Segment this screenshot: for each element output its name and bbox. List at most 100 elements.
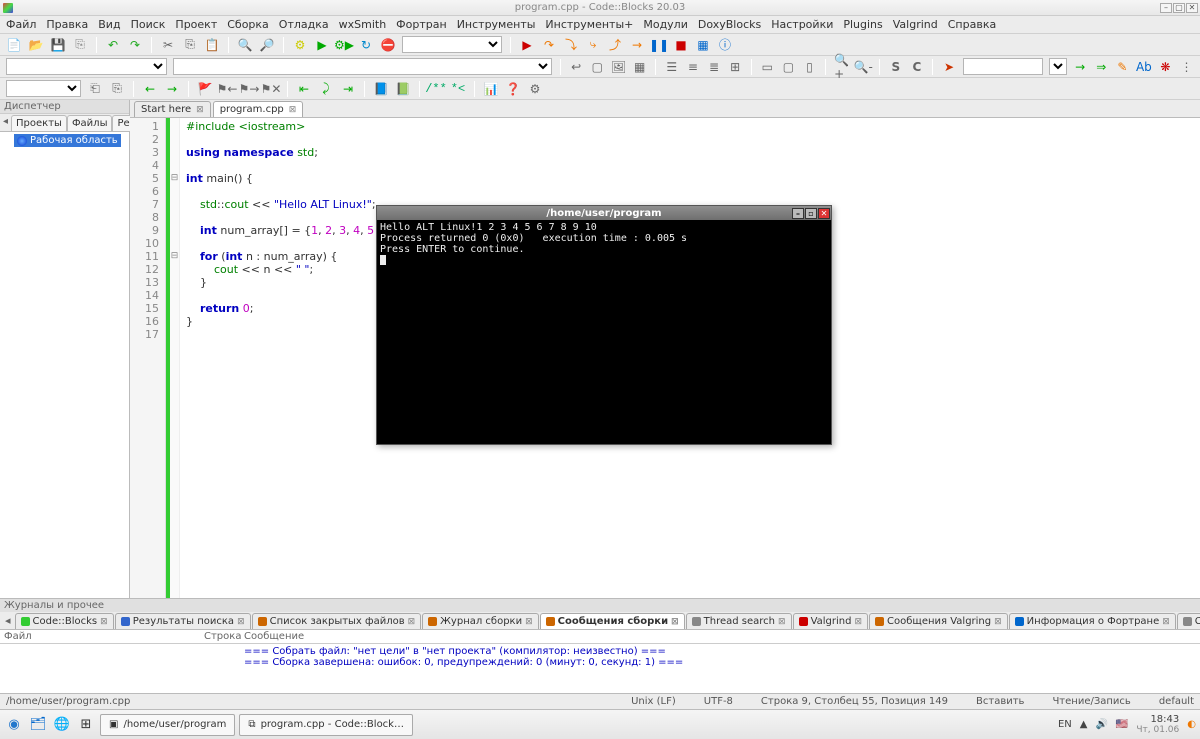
menu-файл[interactable]: Файл [6,18,36,31]
build-target-select[interactable] [402,36,502,53]
run-icon[interactable]: ▶ [314,37,330,53]
bm-prev-icon[interactable]: ⚑← [219,81,235,97]
redo-icon[interactable]: ↷ [127,37,143,53]
menu-правка[interactable]: Правка [46,18,88,31]
doc2-icon[interactable]: 📗 [395,81,411,97]
undo-icon[interactable]: ↶ [105,37,121,53]
search-arrow-icon[interactable]: ➤ [941,59,956,75]
bm-next-icon[interactable]: ⚑→ [241,81,257,97]
apps-icon[interactable]: ⊞ [76,715,96,735]
debug-pause-icon[interactable]: ❚❚ [651,37,667,53]
menu-wxsmith[interactable]: wxSmith [339,18,387,31]
nav1-icon[interactable]: ← [142,81,158,97]
tray-up-icon[interactable]: ▲ [1080,719,1088,730]
zoom-out-icon[interactable]: 🔍- [855,59,871,75]
search-input[interactable] [963,58,1043,75]
menu-valgrind[interactable]: Valgrind [893,18,938,31]
terminal-maximize-button[interactable]: ▫ [805,208,817,219]
paste-icon[interactable]: 📋 [204,37,220,53]
settings-icon[interactable]: ⚙ [527,81,543,97]
nav5-icon[interactable]: ⇥ [340,81,356,97]
bookmark-icon[interactable]: 🚩 [197,81,213,97]
terminal-minimize-button[interactable]: – [792,208,804,219]
zoom-in-icon[interactable]: 🔍+ [834,59,849,75]
comment2-icon[interactable]: *< [450,81,466,97]
debug-run-icon[interactable]: ▶ [519,37,535,53]
log-tab-2[interactable]: Список закрытых файлов⊠ [252,613,422,629]
ab-icon[interactable]: Ab [1136,59,1152,75]
debug-window-icon[interactable]: ▦ [695,37,711,53]
rect3-icon[interactable]: ▯ [802,59,817,75]
log-tab-4[interactable]: Сообщения сборки⊠ [540,613,685,629]
ref2-icon[interactable]: ⎘ [109,81,125,97]
doc1-icon[interactable]: 📘 [373,81,389,97]
terminal-titlebar[interactable]: /home/user/program – ▫ ✕ [377,206,831,220]
browser-icon[interactable]: 🌐 [52,715,72,735]
tab-start-close-icon[interactable]: ⊠ [196,105,204,115]
window-maximize-button[interactable]: ▢ [1173,3,1185,13]
build-icon[interactable]: ⚙ [292,37,308,53]
step-into-icon[interactable]: ⤷ [585,37,601,53]
task-codeblocks[interactable]: ⧉ program.cpp - Code::Block… [239,714,413,736]
tray-volume-icon[interactable]: 🔊 [1095,719,1107,730]
search-next-icon[interactable]: → [1073,59,1088,75]
menu-фортран[interactable]: Фортран [396,18,447,31]
log-tab-6[interactable]: Valgrind⊠ [793,613,868,629]
tray-power-icon[interactable]: ◐ [1187,719,1196,730]
menu-модули[interactable]: Модули [643,18,688,31]
log-tab-1[interactable]: Результаты поиска⊠ [115,613,251,629]
log-tab-0[interactable]: Code::Blocks⊠ [15,613,114,629]
debug-continue-icon[interactable]: ↷ [541,37,557,53]
new-file-icon[interactable]: 📄 [6,37,22,53]
task-terminal[interactable]: ▣ /home/user/program [100,714,235,736]
cut-icon[interactable]: ✂ [160,37,176,53]
bm-clear-icon[interactable]: ⚑✕ [263,81,279,97]
menu-инструменты[interactable]: Инструменты [457,18,536,31]
terminal-body[interactable]: Hello ALT Linux!1 2 3 4 5 6 7 8 9 10 Pro… [377,220,831,270]
start-menu-icon[interactable]: ◉ [4,715,24,735]
terminal-close-button[interactable]: ✕ [818,208,830,219]
highlight-icon[interactable]: ✎ [1115,59,1130,75]
menu-поиск[interactable]: Поиск [131,18,166,31]
save-icon[interactable]: 💾 [50,37,66,53]
step-over-icon[interactable]: ⤵ [563,37,579,53]
log-tab-8[interactable]: Информация о Фортране⊠ [1009,613,1176,629]
window-minimize-button[interactable]: – [1160,3,1172,13]
rect2-icon[interactable]: ▢ [781,59,796,75]
align4-icon[interactable]: ⊞ [728,59,743,75]
rebuild-icon[interactable]: ↻ [358,37,374,53]
block-icon[interactable]: ▢ [590,59,605,75]
copy-icon[interactable]: ⎘ [182,37,198,53]
nav3-icon[interactable]: ⇤ [296,81,312,97]
build-run-icon[interactable]: ⚙▶ [336,37,352,53]
menu-plugins[interactable]: Plugins [843,18,882,31]
log-tab-3[interactable]: Журнал сборки⊠ [422,613,539,629]
open-icon[interactable]: 📂 [28,37,44,53]
log-tab-5[interactable]: Thread search⊠ [686,613,792,629]
help-icon[interactable]: ❓ [505,81,521,97]
abort-icon[interactable]: ⛔ [380,37,396,53]
find-icon[interactable]: 🔍 [237,37,253,53]
comment-icon[interactable]: /** [428,81,444,97]
grid-icon[interactable]: ▦ [632,59,647,75]
debug-stop-icon[interactable]: ■ [673,37,689,53]
align1-icon[interactable]: ☰ [664,59,679,75]
terminal-window[interactable]: /home/user/program – ▫ ✕ Hello ALT Linux… [376,205,832,445]
menu-справка[interactable]: Справка [948,18,996,31]
search-prev-icon[interactable]: ⇒ [1094,59,1109,75]
save-all-icon[interactable]: ⎘ [72,37,88,53]
nav4-icon[interactable]: ⤸ [318,81,334,97]
filter-icon[interactable]: ⋮ [1179,59,1194,75]
menu-настройки[interactable]: Настройки [771,18,833,31]
find-replace-icon[interactable]: 🔎 [259,37,275,53]
files-icon[interactable]: 🗂 [28,715,48,735]
log-tab-9[interactable]: Cscope⊠ [1177,613,1200,629]
tab-file-close-icon[interactable]: ⊠ [289,105,297,115]
tray-clock[interactable]: 18:43 Чт, 01.06 [1136,714,1179,736]
s-letter-icon[interactable]: S [888,59,903,75]
chart-icon[interactable]: 📊 [483,81,499,97]
symbols-select[interactable] [6,58,167,75]
nav2-icon[interactable]: → [164,81,180,97]
menu-инструменты+[interactable]: Инструменты+ [545,18,633,31]
menu-doxyblocks[interactable]: DoxyBlocks [698,18,761,31]
